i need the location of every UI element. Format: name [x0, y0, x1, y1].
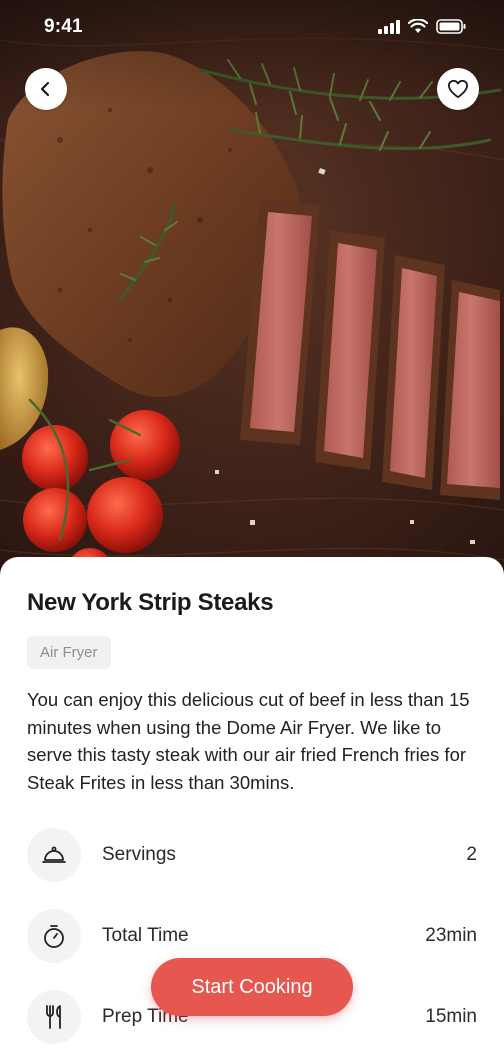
favorite-button[interactable]: [437, 68, 479, 110]
timer-icon: [27, 909, 81, 963]
cellular-signal-icon: [378, 19, 400, 39]
wifi-icon: [407, 18, 429, 39]
category-tag: Air Fryer: [27, 636, 111, 669]
servings-label: Servings: [102, 844, 176, 865]
back-button[interactable]: [25, 68, 67, 110]
recipe-screen: 9:41 New York Strip Steaks Air Fryer You…: [0, 0, 504, 1054]
recipe-description: You can enjoy this delicious cut of beef…: [27, 689, 470, 793]
status-time: 9:41: [44, 16, 83, 37]
total-time-value: 23min: [425, 925, 477, 946]
heart-icon: [447, 79, 468, 99]
total-time-label: Total Time: [102, 925, 189, 946]
servings-value: 2: [466, 844, 477, 865]
start-cooking-button[interactable]: Start Cooking: [151, 958, 353, 1016]
status-bar: 9:41: [0, 0, 504, 56]
status-icons: [378, 18, 466, 39]
prep-time-value: 15min: [425, 1006, 477, 1027]
battery-icon: [436, 19, 466, 39]
servings-row: Servings 2: [27, 828, 477, 884]
total-time-row: Total Time 23min: [27, 909, 477, 965]
recipe-title: New York Strip Steaks: [27, 589, 274, 616]
cloche-icon: [27, 828, 81, 882]
chevron-left-icon: [40, 81, 50, 97]
utensils-icon: [27, 990, 81, 1044]
hero-image: [0, 0, 504, 580]
